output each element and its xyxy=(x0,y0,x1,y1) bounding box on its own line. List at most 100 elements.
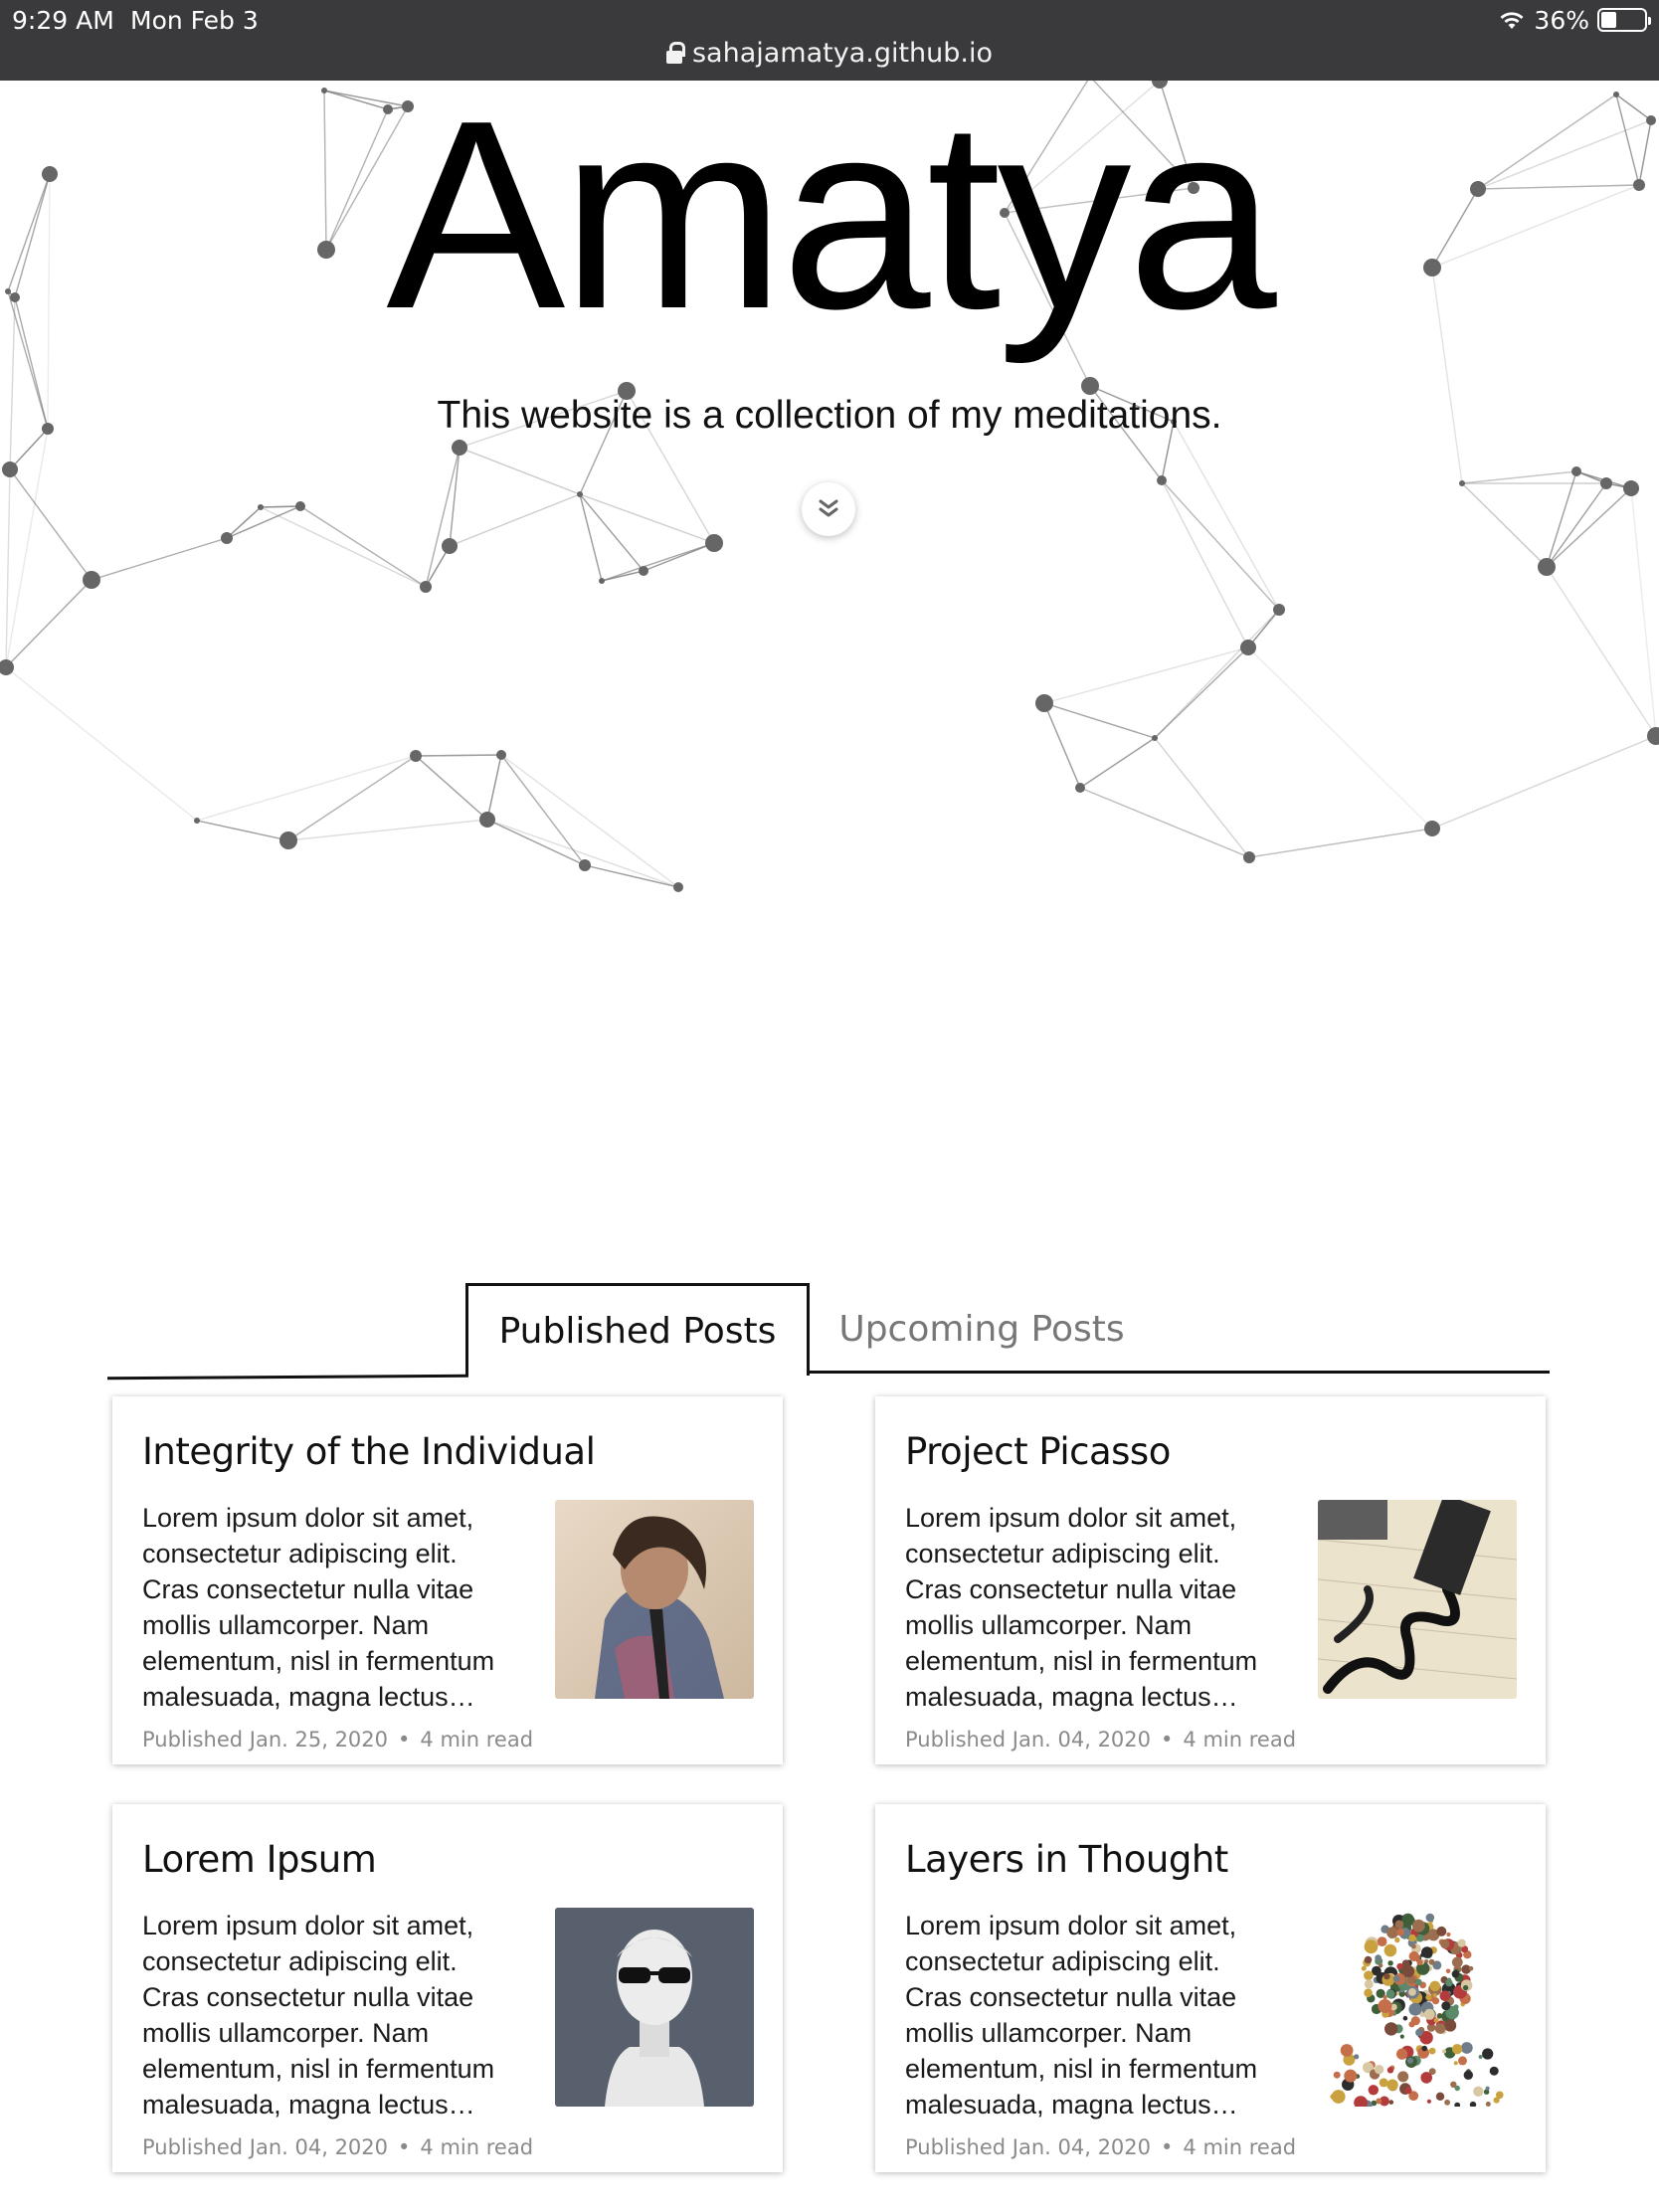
network-edge xyxy=(415,754,502,757)
collage-fragment xyxy=(1383,1943,1397,1957)
network-node xyxy=(1273,604,1285,616)
collage-fragment xyxy=(1386,1927,1398,1938)
post-card[interactable]: Layers in Thought Lorem ipsum dolor sit … xyxy=(875,1804,1546,2172)
network-node xyxy=(420,581,432,593)
network-edge xyxy=(226,506,262,539)
network-edge xyxy=(1154,609,1280,739)
network-node xyxy=(221,532,233,544)
collage-fragment xyxy=(1408,2021,1415,2028)
collage-fragment xyxy=(1451,1956,1463,1968)
network-edge xyxy=(449,493,581,547)
collage-fragment xyxy=(1340,2044,1354,2057)
network-node xyxy=(579,859,591,871)
post-date: Published Jan. 04, 2020 xyxy=(142,2135,389,2159)
network-edge xyxy=(1043,646,1249,704)
network-edge xyxy=(1247,646,1433,830)
collage-fragment xyxy=(1435,2092,1445,2101)
collage-fragment xyxy=(1468,1965,1474,1971)
battery-percent: 36% xyxy=(1534,5,1589,35)
network-node xyxy=(295,501,305,511)
scroll-down-button[interactable] xyxy=(802,482,855,536)
collage-fragment xyxy=(1383,1972,1390,1980)
collage-fragment xyxy=(1421,1946,1433,1958)
address-bar[interactable]: sahajamatya.github.io xyxy=(0,38,1659,69)
tab-underline-left xyxy=(107,1374,468,1381)
collage-fragment xyxy=(1414,1978,1422,1986)
collage-fragment xyxy=(1408,2002,1422,2016)
collage-fragment xyxy=(1354,2054,1360,2060)
network-edge xyxy=(1161,479,1249,648)
collage-fragment xyxy=(1444,2099,1450,2106)
network-edge xyxy=(1461,470,1577,484)
collage-fragment xyxy=(1451,1970,1460,1978)
network-node xyxy=(1243,851,1255,863)
collage-fragment xyxy=(1387,1960,1393,1966)
marker-drawing-thumbnail[interactable] xyxy=(1318,1500,1517,1699)
collage-fragment xyxy=(1375,1954,1382,1961)
network-edge xyxy=(196,755,417,822)
meta-separator: • xyxy=(1161,2135,1174,2159)
collage-fragment xyxy=(1382,1995,1387,2000)
post-title[interactable]: Layers in Thought xyxy=(905,1838,1228,1881)
collage-fragment xyxy=(1361,1965,1367,1971)
collage-fragment xyxy=(1406,2057,1414,2064)
post-title[interactable]: Integrity of the Individual xyxy=(142,1430,596,1473)
network-edge xyxy=(1043,702,1156,739)
collage-fragment xyxy=(1446,1977,1452,1982)
network-node xyxy=(639,566,648,576)
battery-fill xyxy=(1601,12,1617,28)
collage-fragment xyxy=(1460,2042,1473,2054)
post-card[interactable]: Lorem Ipsum Lorem ipsum dolor sit amet, … xyxy=(112,1804,783,2172)
bust-with-sunglasses-thumbnail[interactable] xyxy=(555,1908,754,2107)
collage-fragment xyxy=(1364,1955,1373,1964)
collage-fragment xyxy=(1397,2071,1409,2083)
post-excerpt: Lorem ipsum dolor sit amet, consectetur … xyxy=(905,1911,1258,2120)
post-title[interactable]: Project Picasso xyxy=(905,1430,1171,1473)
post-card[interactable]: Integrity of the Individual Lorem ipsum … xyxy=(112,1396,783,1764)
collage-fragment xyxy=(1412,1919,1425,1933)
network-edge xyxy=(1546,482,1607,568)
collage-fragment xyxy=(1451,2044,1463,2055)
tab-published-posts[interactable]: Published Posts xyxy=(465,1283,810,1376)
collage-fragment xyxy=(1485,2102,1491,2107)
network-edge xyxy=(299,505,427,588)
post-date: Published Jan. 25, 2020 xyxy=(142,1728,389,1751)
network-node xyxy=(194,818,200,824)
network-node xyxy=(479,812,495,828)
network-node xyxy=(1571,466,1581,476)
portrait-painting-thumbnail[interactable] xyxy=(555,1500,754,1699)
collage-fragment xyxy=(1394,1936,1400,1943)
network-node xyxy=(279,831,297,849)
network-edge xyxy=(196,820,289,841)
network-node xyxy=(496,750,506,760)
collage-head-thumbnail[interactable] xyxy=(1318,1908,1517,2107)
network-edge xyxy=(500,754,586,866)
collage-fragment xyxy=(1374,2065,1384,2075)
collage-fragment xyxy=(1364,1979,1374,1989)
post-tabs: Published Posts Upcoming Posts xyxy=(107,1283,1550,1382)
collage-fragment xyxy=(1428,1958,1435,1965)
collage-fragment xyxy=(1368,2085,1379,2096)
network-node xyxy=(1647,727,1659,745)
collage-fragment xyxy=(1462,1984,1469,1991)
network-edge xyxy=(287,819,488,841)
lock-icon xyxy=(665,42,685,64)
network-edge xyxy=(5,468,11,668)
network-edge xyxy=(91,537,228,581)
status-indicators: 36% xyxy=(1498,5,1651,35)
tab-upcoming-posts[interactable]: Upcoming Posts xyxy=(810,1283,1154,1376)
collage-fragment xyxy=(1439,1990,1451,2001)
collage-fragment xyxy=(1429,1980,1441,1992)
post-read-time: 4 min read xyxy=(420,2135,534,2159)
network-edge xyxy=(486,819,679,888)
collage-fragment xyxy=(1379,2078,1388,2088)
collage-fragment xyxy=(1433,2017,1439,2023)
status-date: Mon Feb 3 xyxy=(130,6,259,35)
post-card[interactable]: Project Picasso Lorem ipsum dolor sit am… xyxy=(875,1396,1546,1764)
network-edge xyxy=(1154,646,1249,739)
post-title[interactable]: Lorem Ipsum xyxy=(142,1838,377,1881)
network-edge xyxy=(1161,479,1280,611)
collage-fragment xyxy=(1416,1958,1423,1965)
network-edge xyxy=(459,447,581,495)
network-edge xyxy=(226,505,301,539)
